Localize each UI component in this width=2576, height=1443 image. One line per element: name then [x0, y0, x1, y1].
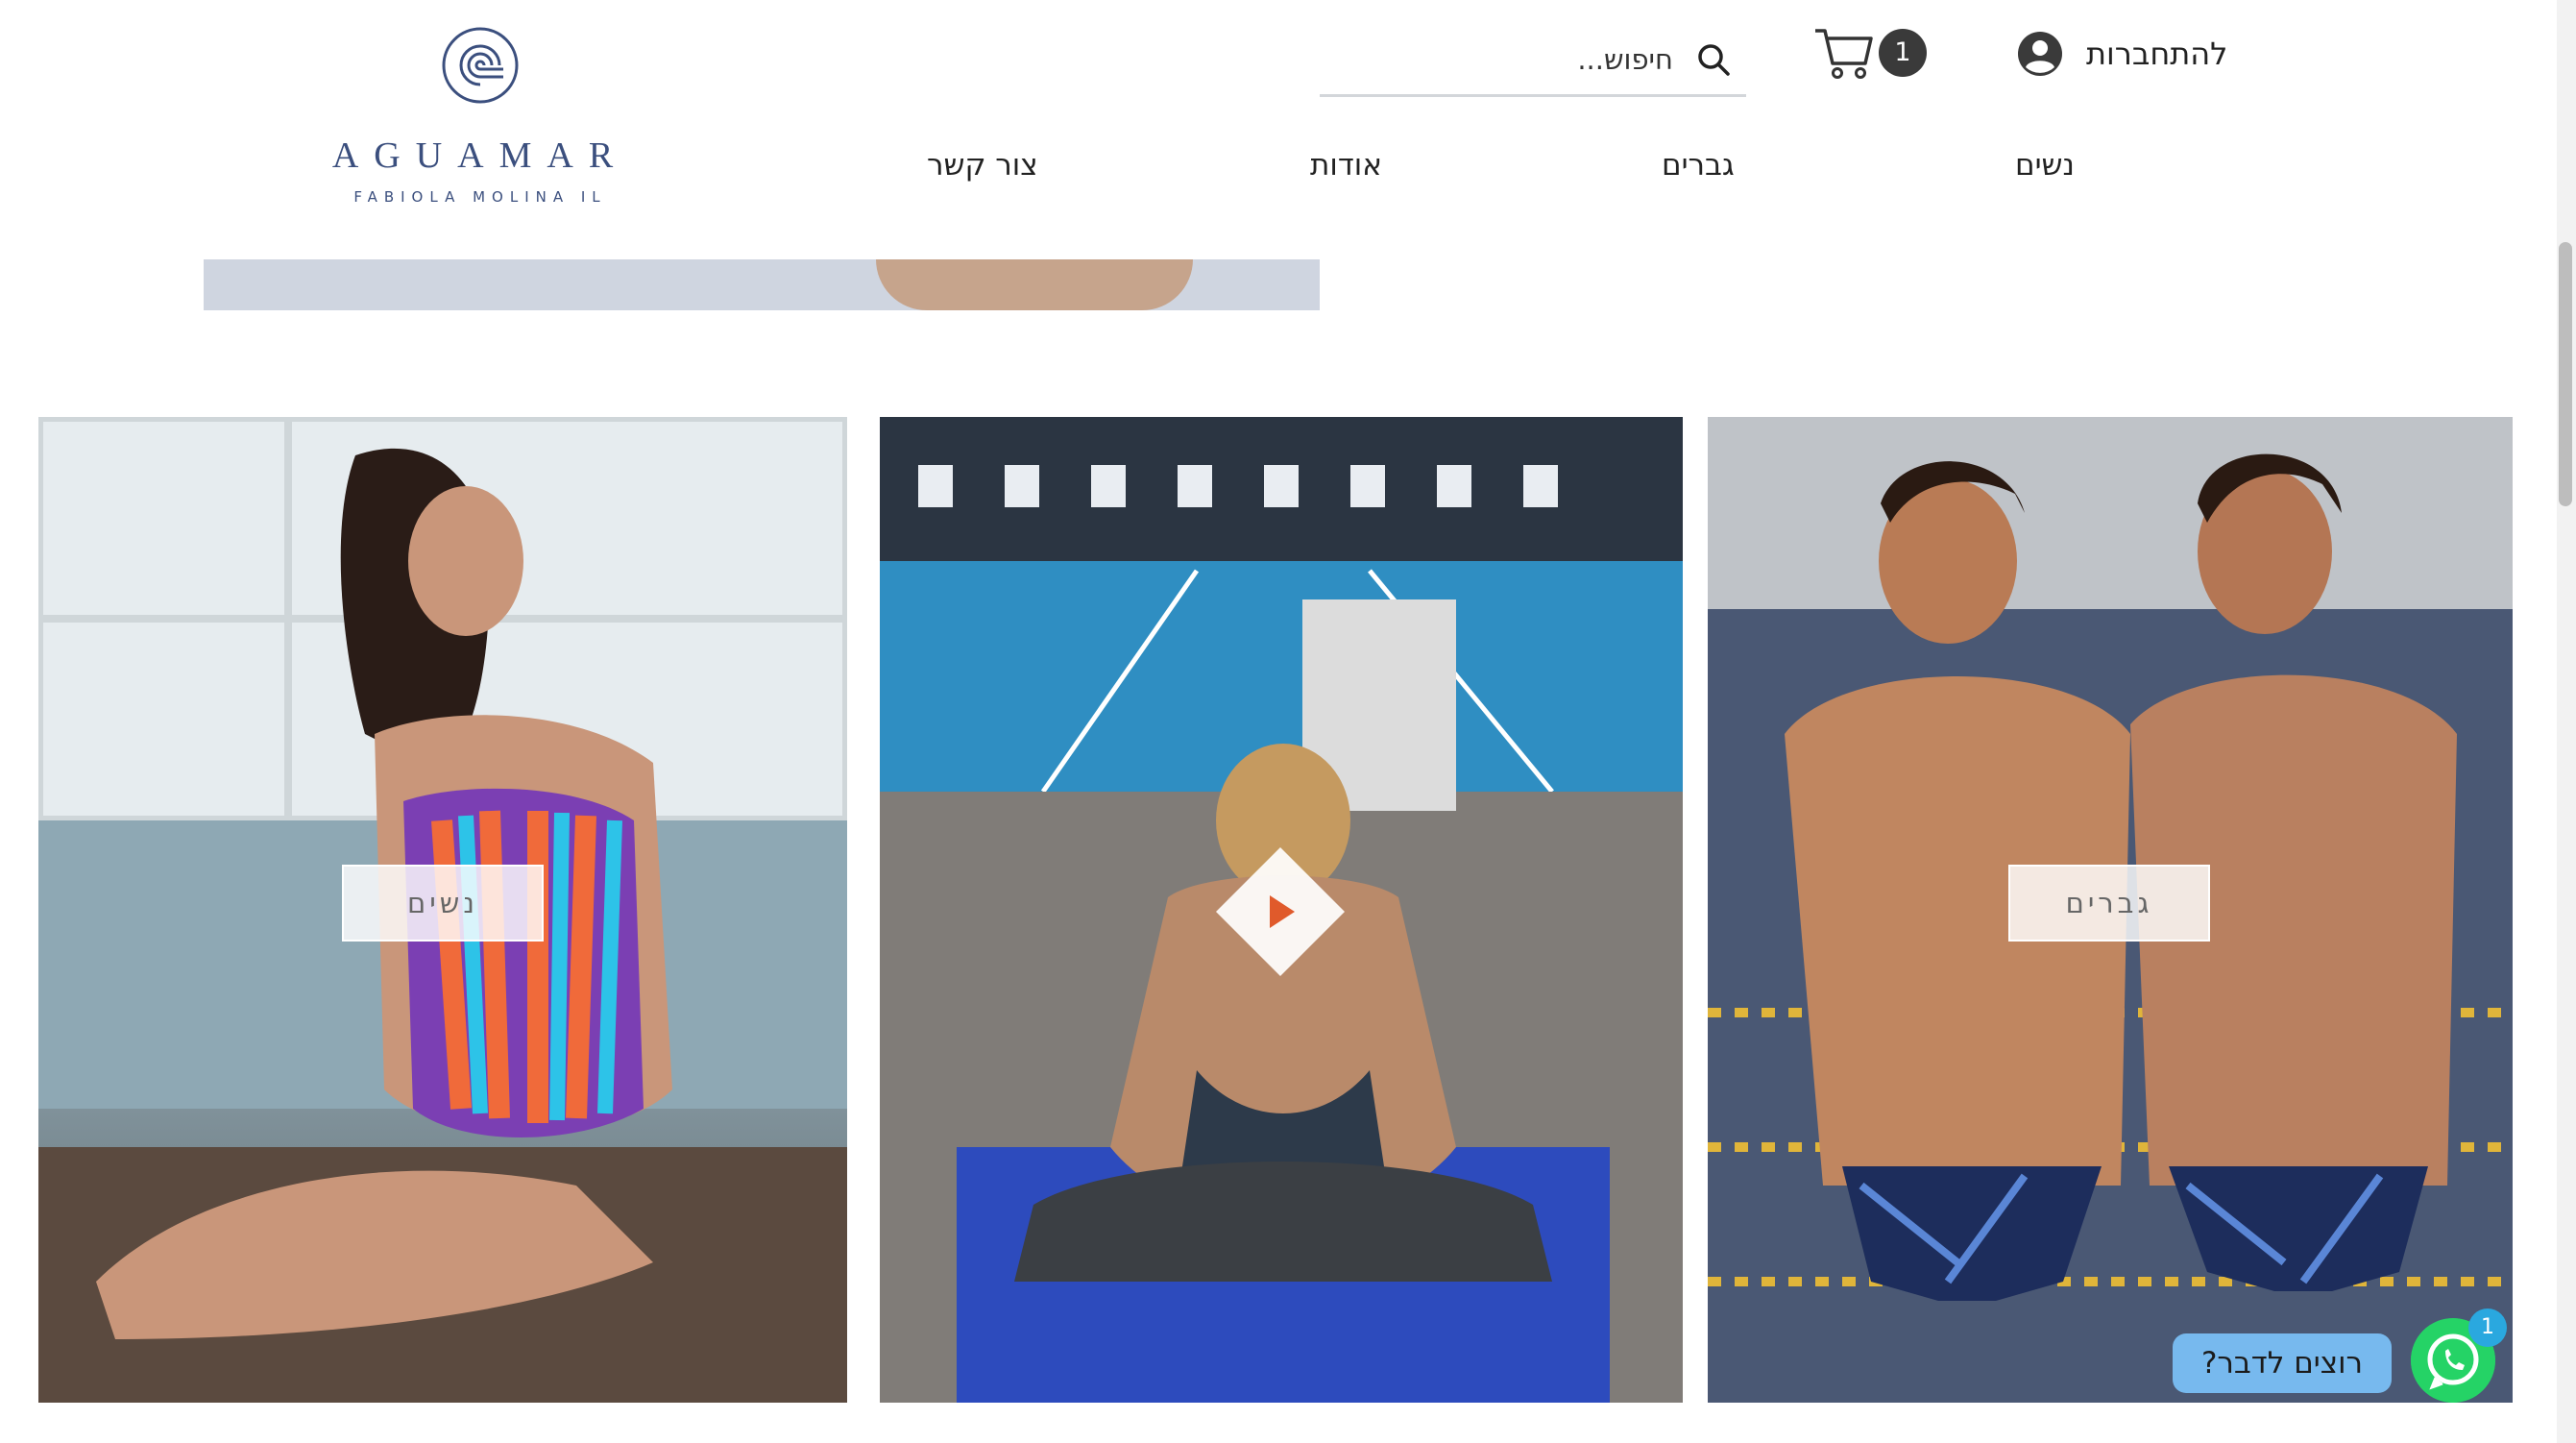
- logo-wordmark[interactable]: AGUAMAR: [327, 135, 634, 177]
- cart-count-badge[interactable]: 1: [1879, 29, 1927, 77]
- chat-prompt-bubble[interactable]: רוצים לדבר?: [2173, 1333, 2392, 1393]
- cart-icon[interactable]: [1813, 25, 1875, 81]
- login-link[interactable]: להתחברות: [2017, 27, 2227, 81]
- scrollbar-track[interactable]: [2557, 0, 2576, 1443]
- chat-notification-badge: 1: [2468, 1308, 2507, 1347]
- men-collection-tile[interactable]: גברים: [1708, 417, 2513, 1403]
- nav-item-women[interactable]: נשים: [2015, 148, 2075, 183]
- logo-tagline: FABIOLA MOLINA IL: [353, 188, 607, 206]
- video-tile[interactable]: [880, 417, 1683, 1403]
- nav-item-men[interactable]: גברים: [1662, 148, 1735, 183]
- men-button[interactable]: גברים: [2008, 865, 2210, 942]
- nav-item-contact[interactable]: צור קשר: [927, 148, 1038, 183]
- women-collection-tile[interactable]: נשים: [38, 417, 847, 1403]
- play-icon[interactable]: [1214, 845, 1347, 978]
- logo-icon[interactable]: [440, 25, 521, 106]
- avatar-icon[interactable]: [2017, 31, 2063, 77]
- search-icon[interactable]: [1694, 40, 1733, 79]
- scrollbar-thumb[interactable]: [2559, 242, 2572, 506]
- women-button[interactable]: נשים: [342, 865, 544, 942]
- login-label[interactable]: להתחברות: [2086, 36, 2227, 72]
- nav-item-about[interactable]: אודות: [1310, 148, 1382, 183]
- search-bar[interactable]: [1320, 25, 1746, 97]
- search-input[interactable]: [1345, 35, 1675, 85]
- banner-model-legs: [876, 259, 1193, 310]
